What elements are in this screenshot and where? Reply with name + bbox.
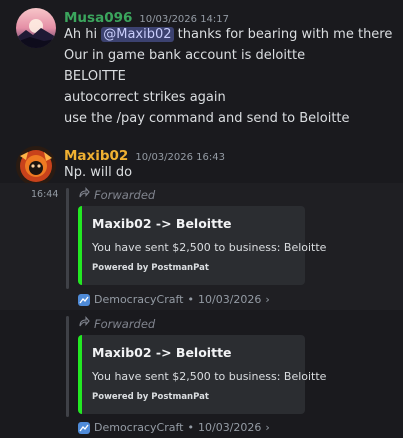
server-icon [78, 421, 90, 434]
chevron-right-icon[interactable]: › [265, 293, 269, 306]
embed-footer: Powered by PostmanPat [92, 392, 209, 402]
message-timestamp: 10/03/2026 14:17 [139, 14, 230, 25]
message-line: Np. will do [64, 165, 133, 180]
message-line: Our in game bank account is deloitte [64, 48, 306, 63]
forward-quote-bar [66, 316, 69, 417]
source-server-name[interactable]: DemocracyCraft [94, 421, 184, 434]
message-timestamp: 10/03/2026 16:43 [135, 152, 225, 163]
forward-arrow-icon [78, 187, 90, 202]
avatar-maxib02[interactable] [16, 146, 56, 186]
avatar-musa096[interactable] [16, 8, 56, 48]
separator: • [187, 293, 195, 306]
embed-title: Maxib02 -> Beloitte [92, 345, 232, 360]
source-date: 10/03/2026 [198, 421, 262, 434]
message-line: Ah hi @Maxib02 thanks for bearing with m… [64, 26, 392, 44]
payment-embed: Maxib02 -> Beloitte You have sent $2,500… [78, 335, 326, 414]
message-text: thanks for bearing with me there [173, 27, 393, 42]
message-header: Maxib02 10/03/2026 16:43 [64, 148, 225, 164]
message-header: Musa096 10/03/2026 14:17 [64, 10, 229, 26]
forwarded-label: Forwarded [78, 187, 155, 202]
forwarded-text: Forwarded [94, 187, 156, 202]
embed-description: You have sent $2,500 to business: Beloit… [92, 241, 327, 254]
embed-footer: Powered by PostmanPat [92, 263, 209, 273]
forwarded-label: Forwarded [78, 316, 155, 331]
forward-quote-bar [66, 188, 69, 289]
forwarded-text: Forwarded [94, 316, 156, 331]
embed-title: Maxib02 -> Beloitte [92, 216, 232, 231]
forward-arrow-icon [78, 316, 90, 331]
message-line: BELOITTE [64, 69, 126, 84]
payment-embed: Maxib02 -> Beloitte You have sent $2,500… [78, 206, 326, 285]
chevron-right-icon[interactable]: › [265, 421, 269, 434]
hover-timestamp: 16:44 [31, 189, 59, 200]
forward-source[interactable]: DemocracyCraft • 10/03/2026 › [78, 421, 270, 434]
author-name[interactable]: Musa096 [64, 10, 132, 26]
server-icon [78, 293, 90, 306]
user-mention[interactable]: @Maxib02 [101, 27, 174, 42]
author-name[interactable]: Maxib02 [64, 148, 128, 164]
source-server-name[interactable]: DemocracyCraft [94, 293, 184, 306]
source-date: 10/03/2026 [198, 293, 262, 306]
forward-source[interactable]: DemocracyCraft • 10/03/2026 › [78, 293, 270, 306]
message-text: Ah hi [64, 27, 102, 42]
message-line: use the /pay command and send to Beloitt… [64, 111, 350, 126]
separator: • [187, 421, 195, 434]
embed-description: You have sent $2,500 to business: Beloit… [92, 370, 327, 383]
message-line: autocorrect strikes again [64, 90, 226, 105]
